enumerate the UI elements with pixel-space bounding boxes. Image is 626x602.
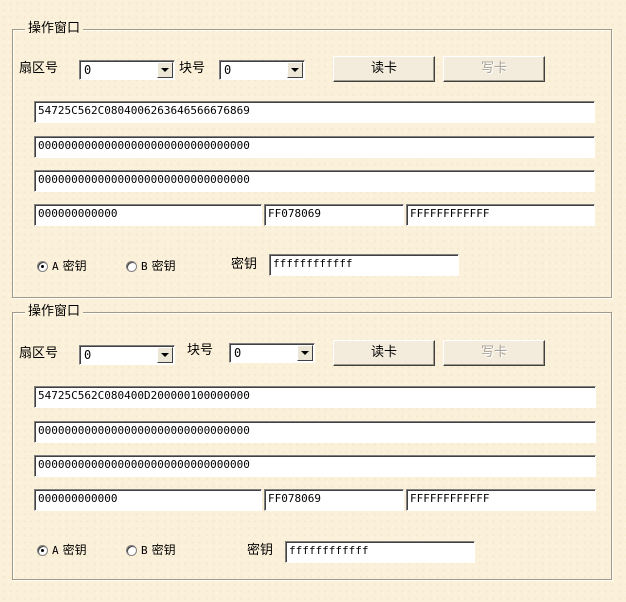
data-row-1[interactable]: 54725C562C080400D200000100000000 bbox=[34, 386, 596, 408]
sector-select[interactable]: 0 bbox=[79, 345, 175, 365]
key-a-field[interactable]: 000000000000 bbox=[34, 204, 262, 226]
sector-label: 扇区号 bbox=[19, 61, 59, 76]
block-label: 块号 bbox=[179, 61, 206, 76]
sector-label: 扇区号 bbox=[19, 346, 59, 361]
read-card-button[interactable]: 读卡 bbox=[333, 56, 435, 82]
read-card-button[interactable]: 读卡 bbox=[333, 340, 435, 366]
panel-title: 操作窗口 bbox=[25, 21, 84, 37]
radio-b-prefix: B bbox=[141, 544, 148, 557]
radio-a-text: 密钥 bbox=[62, 543, 87, 557]
panel-title: 操作窗口 bbox=[25, 304, 84, 320]
sector-select-value: 0 bbox=[84, 348, 92, 362]
data-row-2[interactable]: 00000000000000000000000000000000 bbox=[34, 421, 596, 443]
key-a-radio-label[interactable]: A 密钥 bbox=[52, 543, 87, 558]
key-b-radio[interactable] bbox=[126, 261, 137, 272]
key-a-field[interactable]: 000000000000 bbox=[34, 489, 262, 511]
key-b-radio[interactable] bbox=[126, 545, 137, 556]
chevron-down-icon[interactable] bbox=[287, 62, 303, 78]
block-label: 块号 bbox=[187, 343, 214, 358]
key-b-radio-label[interactable]: B 密钥 bbox=[141, 543, 176, 558]
write-card-button[interactable]: 写卡 bbox=[443, 56, 545, 82]
key-a-radio[interactable] bbox=[37, 261, 48, 272]
access-bits-field[interactable]: FF078069 bbox=[264, 489, 404, 511]
block-select[interactable]: 0 bbox=[219, 60, 305, 80]
radio-a-prefix: A bbox=[52, 544, 59, 557]
data-row-3[interactable]: 00000000000000000000000000000000 bbox=[34, 170, 595, 192]
key-input[interactable]: ffffffffffff bbox=[285, 541, 475, 563]
radio-b-prefix: B bbox=[141, 260, 148, 273]
write-card-button[interactable]: 写卡 bbox=[443, 340, 545, 366]
key-label: 密钥 bbox=[231, 257, 258, 272]
radio-b-text: 密钥 bbox=[151, 259, 176, 273]
data-row-2[interactable]: 00000000000000000000000000000000 bbox=[34, 136, 595, 158]
block-select-value: 0 bbox=[224, 63, 232, 77]
radio-b-text: 密钥 bbox=[151, 543, 176, 557]
radio-a-text: 密钥 bbox=[62, 259, 87, 273]
key-b-radio-label[interactable]: B 密钥 bbox=[141, 259, 176, 274]
key-a-radio-label[interactable]: A 密钥 bbox=[52, 259, 87, 274]
block-select[interactable]: 0 bbox=[229, 343, 315, 363]
operation-panel-1: 操作窗口 扇区号 0 块号 0 读卡 写卡 54725C562C08040062… bbox=[12, 21, 612, 298]
key-b-field[interactable]: FFFFFFFFFFFF bbox=[406, 204, 595, 226]
key-input[interactable]: ffffffffffff bbox=[269, 254, 459, 276]
sector-select-value: 0 bbox=[84, 63, 92, 77]
operation-panel-2: 操作窗口 扇区号 0 块号 0 读卡 写卡 54725C562C080400D2… bbox=[12, 304, 612, 580]
data-row-3[interactable]: 00000000000000000000000000000000 bbox=[34, 455, 596, 477]
sector-select[interactable]: 0 bbox=[79, 60, 175, 80]
key-label: 密钥 bbox=[247, 543, 274, 558]
radio-a-prefix: A bbox=[52, 260, 59, 273]
chevron-down-icon[interactable] bbox=[157, 62, 173, 78]
chevron-down-icon[interactable] bbox=[157, 347, 173, 363]
key-a-radio[interactable] bbox=[37, 545, 48, 556]
access-bits-field[interactable]: FF078069 bbox=[264, 204, 404, 226]
key-b-field[interactable]: FFFFFFFFFFFF bbox=[406, 489, 596, 511]
data-row-1[interactable]: 54725C562C0804006263646566676869 bbox=[34, 101, 595, 123]
block-select-value: 0 bbox=[234, 346, 242, 360]
chevron-down-icon[interactable] bbox=[297, 345, 313, 361]
